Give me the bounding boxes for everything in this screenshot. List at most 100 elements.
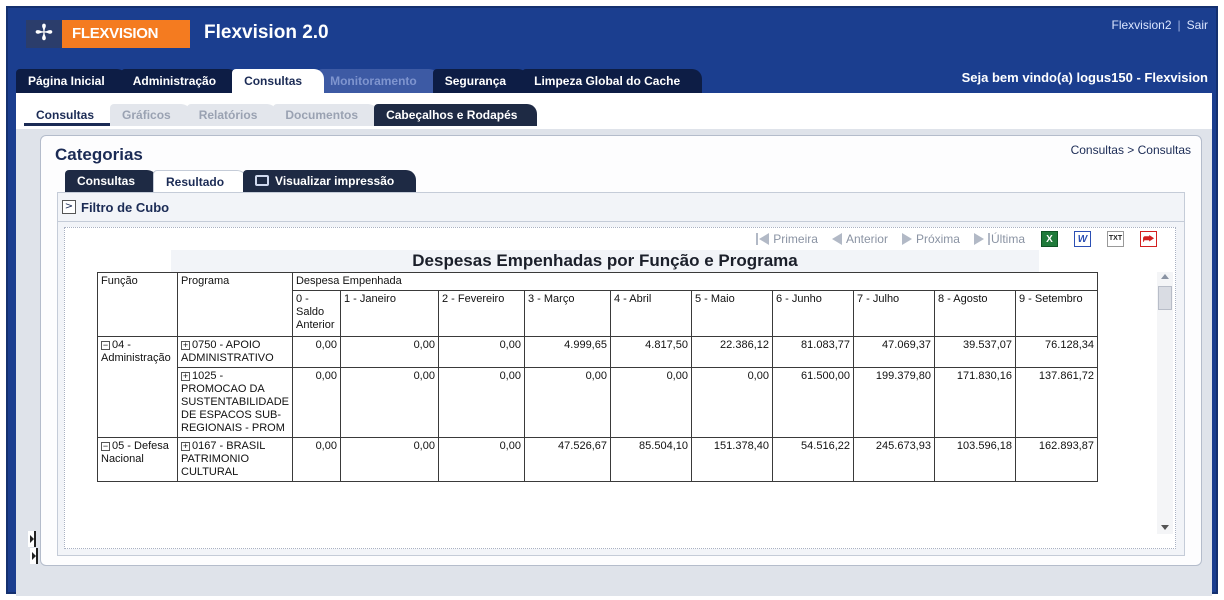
programa-cell: +0167 - BRASIL PATRIMONIO CULTURAL: [177, 437, 293, 482]
subtab-graficos[interactable]: Gráficos: [110, 104, 191, 126]
value-cell: 85.504,10: [609, 437, 692, 482]
panel-tabs: Consultas Resultado Visualizar impressão: [65, 170, 417, 192]
value-cell: 103.596,18: [933, 437, 1016, 482]
printer-icon: [255, 175, 270, 186]
first-page-label: Primeira: [773, 232, 818, 246]
report-toolbar: Primeira Anterior Próxima Última X W TXT…: [742, 230, 1157, 248]
subtab-relatorios[interactable]: Relatórios: [186, 104, 278, 126]
sub-tabs: Consultas Gráficos Relatórios Documentos…: [24, 104, 538, 126]
value-cell: 0,00: [609, 367, 692, 438]
value-cell: 0,00: [437, 336, 525, 368]
page-title: Categorias: [55, 145, 143, 164]
tab-limpeza-cache[interactable]: Limpeza Global do Cache: [522, 69, 703, 93]
expand-icon[interactable]: +: [181, 442, 190, 451]
value-cell: 0,00: [339, 437, 439, 482]
value-cell: 137.861,72: [1014, 367, 1098, 438]
bar-icon: [756, 233, 759, 245]
bar-icon: [987, 233, 990, 245]
expand-icon[interactable]: >: [62, 200, 76, 214]
user-links: Flexvision2 | Sair: [1112, 18, 1209, 32]
vertical-scrollbar[interactable]: [1157, 272, 1173, 534]
tab-seguranca[interactable]: Segurança: [432, 69, 529, 93]
value-cell: 76.128,34: [1014, 336, 1098, 368]
tab-pagina-inicial[interactable]: Página Inicial: [16, 69, 127, 93]
value-cell: 0,00: [437, 367, 525, 438]
subtab-cabecalhos-rodapes[interactable]: Cabeçalhos e Rodapés: [374, 104, 538, 126]
header-month: 6 - Junho: [771, 290, 854, 337]
header-month: 2 - Fevereiro: [437, 290, 525, 337]
arrow-left-icon: [831, 233, 842, 245]
logout-link[interactable]: Sair: [1187, 18, 1208, 32]
arrow-right-icon: [901, 233, 912, 245]
value-cell: 0,00: [523, 367, 611, 438]
report-title: Despesas Empenhadas por Função e Program…: [171, 250, 1039, 272]
value-cell: 171.830,16: [933, 367, 1016, 438]
main-tabs: Página Inicial Administração Consultas M…: [16, 69, 703, 93]
welcome-message: Seja bem vindo(a) logus150 - Flexvision: [961, 70, 1208, 85]
header-month: 8 - Agosto: [933, 290, 1016, 337]
user-link[interactable]: Flexvision2: [1112, 18, 1172, 32]
value-cell: 61.500,00: [771, 367, 854, 438]
content-area: Categorias Consultas > Consultas Consult…: [16, 129, 1212, 596]
filter-cubo-toggle[interactable]: > Filtro de Cubo: [62, 198, 169, 216]
tab-visualizar-impressao[interactable]: Visualizar impressão: [243, 170, 417, 192]
subtab-documentos[interactable]: Documentos: [273, 104, 379, 126]
header-month: 7 - Julho: [852, 290, 935, 337]
expand-icon[interactable]: +: [181, 341, 190, 350]
last-page-button[interactable]: Última: [973, 232, 1025, 246]
header-month: 5 - Maio: [690, 290, 773, 337]
value-cell: 4.817,50: [609, 336, 692, 368]
value-cell: 47.526,67: [523, 437, 611, 482]
report-viewer: Primeira Anterior Próxima Última X W TXT…: [64, 227, 1176, 549]
pdf-export-icon[interactable]: ⮫: [1140, 231, 1157, 247]
header-row: Função Programa Despesa Empenhada: [97, 272, 1098, 337]
previous-page-button[interactable]: Anterior: [831, 232, 888, 246]
breadcrumb: Consultas > Consultas: [1070, 143, 1191, 157]
result-container: > Filtro de Cubo Primeira Anterior Próxi…: [57, 192, 1185, 556]
divider: [58, 221, 1184, 222]
txt-export-icon[interactable]: TXT: [1107, 231, 1124, 247]
funcao-label: 04 - Administração: [101, 339, 171, 364]
collapse-icon[interactable]: −: [101, 442, 110, 451]
expand-icon[interactable]: +: [181, 372, 190, 381]
funcao-cell: −04 - Administração: [97, 336, 178, 438]
scroll-thumb[interactable]: [1158, 286, 1172, 310]
value-cell: 0,00: [339, 336, 439, 368]
value-cell: 162.893,87: [1014, 437, 1098, 482]
tab-administracao[interactable]: Administração: [120, 69, 239, 93]
first-page-button[interactable]: Primeira: [756, 232, 818, 246]
arrow-left-icon: [759, 233, 770, 245]
programa-label: 1025 - PROMOCAO DA SUSTENTABILIDADE DE E…: [181, 370, 289, 434]
table-row: −04 - Administração +0750 - APOIO ADMINI…: [97, 336, 1098, 438]
value-cell: 54.516,22: [771, 437, 854, 482]
value-cell: 0,00: [291, 437, 341, 482]
arrow-right-icon: [973, 233, 984, 245]
header-despesa-empenhada: Despesa Empenhada: [291, 272, 1098, 291]
value-cell: 81.083,77: [771, 336, 854, 368]
panel-expand-handle[interactable]: [28, 531, 36, 547]
scroll-up-icon[interactable]: [1161, 274, 1169, 279]
previous-page-label: Anterior: [845, 232, 888, 246]
tab-consultas-panel[interactable]: Consultas: [65, 170, 158, 192]
collapse-icon[interactable]: −: [101, 341, 110, 350]
next-page-label: Próxima: [915, 232, 960, 246]
header-month: 9 - Setembro: [1014, 290, 1098, 337]
value-cell: 245.673,93: [852, 437, 935, 482]
scroll-down-icon[interactable]: [1161, 525, 1169, 530]
funcao-label: 05 - Defesa Nacional: [101, 440, 169, 465]
header-month: 1 - Janeiro: [339, 290, 439, 337]
excel-export-icon[interactable]: X: [1041, 231, 1058, 247]
app-window: ✢ FLEXVISION Flexvision 2.0 Flexvision2 |…: [6, 6, 1218, 596]
separator: |: [1177, 18, 1181, 32]
word-export-icon[interactable]: W: [1074, 231, 1091, 247]
sidebar-expand-handle[interactable]: [30, 548, 38, 564]
programa-cell: +0750 - APOIO ADMINISTRATIVO: [177, 336, 293, 368]
subtab-consultas[interactable]: Consultas: [24, 104, 115, 126]
next-page-button[interactable]: Próxima: [901, 232, 960, 246]
programa-label: 0750 - APOIO ADMINISTRATIVO: [181, 339, 274, 364]
flexvision-logo-icon: ✢: [26, 20, 62, 48]
tab-consultas[interactable]: Consultas: [232, 69, 325, 93]
value-cell: 22.386,12: [690, 336, 773, 368]
funcao-cell: −05 - Defesa Nacional: [97, 437, 178, 482]
tab-resultado[interactable]: Resultado: [153, 170, 248, 192]
